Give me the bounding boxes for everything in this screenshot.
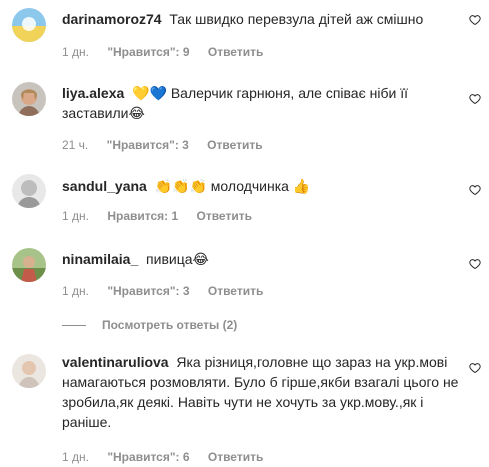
heart-icon[interactable] — [469, 184, 481, 196]
comment-text: 👏👏👏 молодчинка 👍 — [154, 178, 311, 194]
username[interactable]: liya.alexa — [62, 85, 124, 101]
avatar[interactable] — [12, 354, 46, 388]
timestamp[interactable]: 1 дн. — [62, 284, 89, 298]
username[interactable]: sandul_yana — [62, 178, 147, 194]
like-count[interactable]: Нравится: 1 — [107, 209, 178, 223]
heart-icon[interactable] — [469, 258, 481, 270]
timestamp[interactable]: 1 дн. — [62, 209, 89, 223]
username[interactable]: ninamilaia_ — [62, 251, 138, 267]
avatar[interactable] — [12, 82, 46, 116]
username[interactable]: darinamoroz74 — [62, 11, 162, 27]
heart-icon[interactable] — [469, 93, 481, 105]
like-count[interactable]: "Нравится": 3 — [107, 284, 189, 298]
username[interactable]: valentinaruliova — [62, 354, 169, 370]
avatar[interactable] — [12, 248, 46, 282]
reply-button[interactable]: Ответить — [208, 284, 263, 298]
like-count[interactable]: "Нравится": 3 — [107, 138, 189, 152]
like-count[interactable]: "Нравится": 6 — [107, 450, 189, 464]
timestamp[interactable]: 1 дн. — [62, 450, 89, 464]
avatar[interactable] — [12, 8, 46, 42]
reply-button[interactable]: Ответить — [197, 209, 252, 223]
avatar[interactable] — [12, 174, 46, 208]
reply-button[interactable]: Ответить — [208, 450, 263, 464]
heart-icon[interactable] — [469, 14, 481, 26]
reply-button[interactable]: Ответить — [208, 45, 263, 59]
comments-list: darinamoroz74 Так швидко перевзула дітей… — [0, 0, 489, 467]
timestamp[interactable]: 21 ч. — [62, 138, 88, 152]
comment-text: пивица😂 — [146, 251, 209, 267]
heart-icon[interactable] — [469, 362, 481, 374]
comment-text: Так швидко перевзула дітей аж смішно — [169, 11, 424, 27]
like-count[interactable]: "Нравится": 9 — [107, 45, 189, 59]
view-replies-label: Посмотреть ответы (2) — [102, 318, 238, 332]
replies-divider — [62, 325, 86, 327]
timestamp[interactable]: 1 дн. — [62, 45, 89, 59]
reply-button[interactable]: Ответить — [207, 138, 262, 152]
view-replies-button[interactable]: Посмотреть ответы (2) — [62, 318, 237, 332]
